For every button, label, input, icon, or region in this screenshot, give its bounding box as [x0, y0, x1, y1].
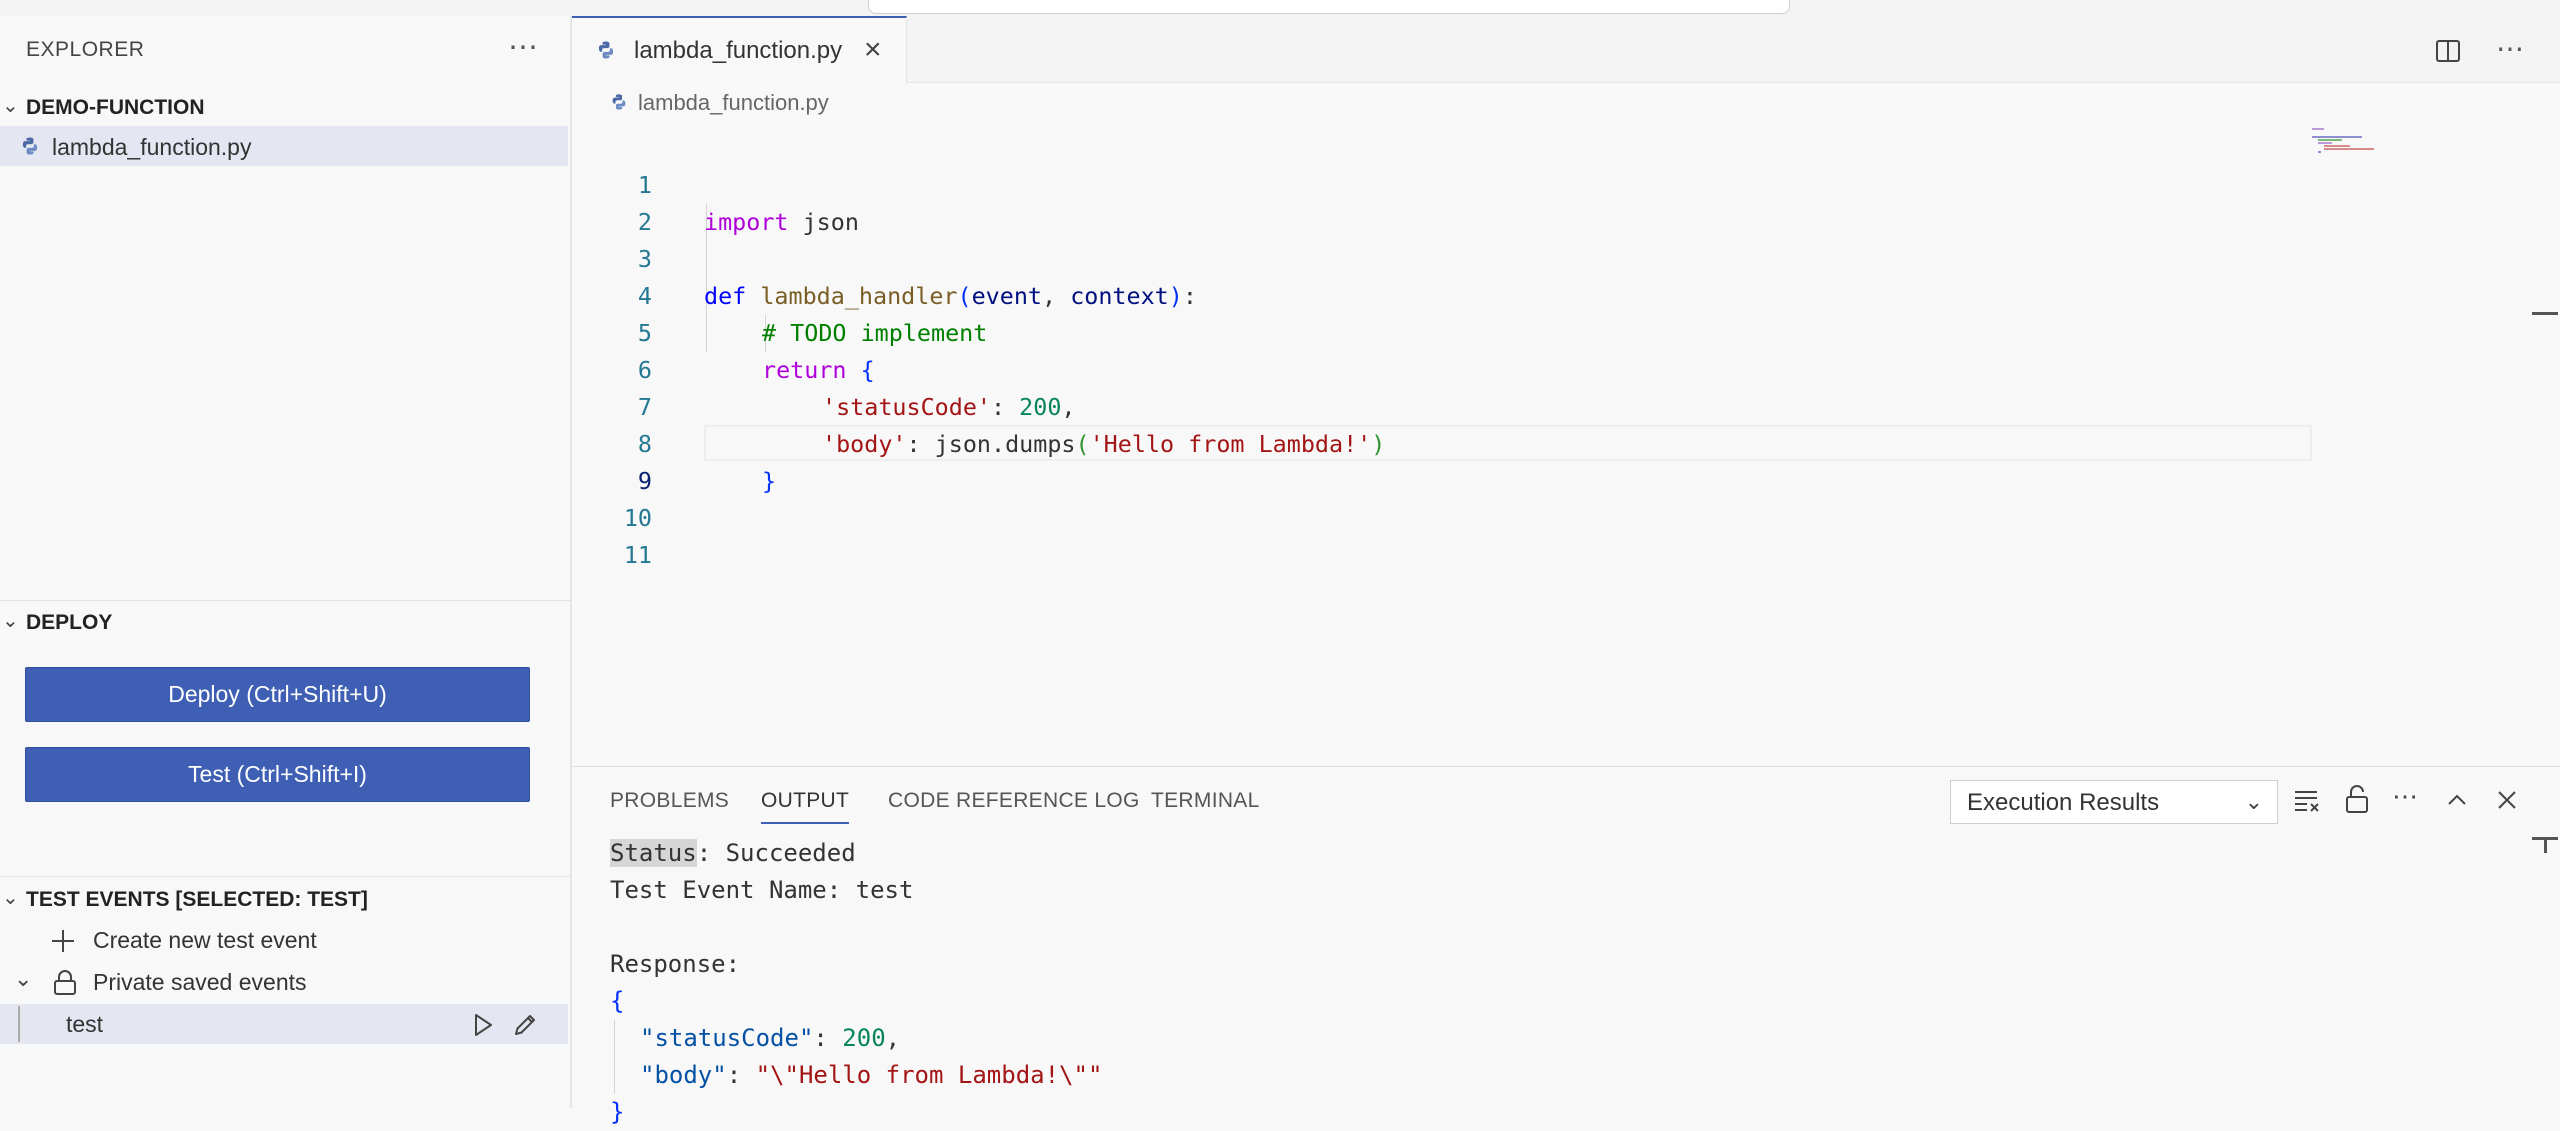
scrollbar-thumb[interactable]	[2544, 837, 2547, 853]
private-saved-events-label: Private saved events	[93, 969, 307, 995]
minimap[interactable]	[2312, 128, 2412, 188]
unlock-icon[interactable]	[2342, 783, 2372, 815]
code-line: 2	[572, 167, 2312, 236]
tab-terminal[interactable]: TERMINAL	[1151, 789, 1260, 813]
divider	[0, 876, 570, 877]
code-line: 10	[572, 463, 2312, 532]
chevron-down-icon: ⌄	[2, 887, 19, 909]
output-line: Test Event Name: test	[610, 876, 914, 904]
private-saved-events-item[interactable]: ⌄ Private saved events	[0, 962, 568, 1002]
output-line: Response:	[610, 950, 741, 978]
play-icon[interactable]	[470, 1012, 496, 1038]
output-line: "body": "\"Hello from Lambda!\""	[640, 1057, 1102, 1094]
file-item-lambda-function[interactable]: lambda_function.py	[0, 126, 568, 166]
sidebar-title: EXPLORER	[26, 38, 145, 61]
code-line: 6 'statusCode': 200,	[572, 315, 2312, 421]
output-token: "body"	[640, 1061, 727, 1089]
output-token: :	[726, 1061, 756, 1089]
indent-guide	[614, 1020, 615, 1094]
output-line: }	[610, 1098, 625, 1126]
test-events-label: TEST EVENTS [SELECTED: TEST]	[26, 888, 368, 911]
test-events-section-header[interactable]: ⌄ TEST EVENTS [SELECTED: TEST]	[0, 882, 570, 918]
output-channel-value: Execution Results	[1967, 789, 2160, 816]
python-file-icon	[598, 41, 614, 59]
code-line: 3 def lambda_handler(event, context):	[572, 204, 2312, 310]
divider	[0, 600, 570, 601]
code-line: 1 import json	[572, 130, 2312, 236]
edit-pencil-icon[interactable]	[512, 1012, 538, 1038]
title-bar	[0, 0, 2560, 17]
editor-tab-bar: lambda_function.py × ⋯	[572, 16, 2560, 85]
code-line-current: 9	[572, 425, 2312, 495]
project-section-header[interactable]: ⌄ DEMO-FUNCTION	[0, 90, 570, 126]
python-file-icon	[612, 94, 626, 110]
code-editor: lambda_function.py × ⋯ lambda_function.p…	[572, 16, 2560, 764]
code-line: 11	[572, 500, 2312, 569]
create-test-event-item[interactable]: Create new test event	[0, 920, 568, 960]
output-token: Status	[610, 839, 697, 867]
output-line: {	[610, 987, 625, 1015]
ellipsis-icon[interactable]: ⋯	[2496, 33, 2524, 64]
chevron-down-icon: ⌄	[14, 966, 33, 991]
project-label: DEMO-FUNCTION	[26, 96, 205, 119]
bottom-panel: PROBLEMS OUTPUT CODE REFERENCE LOG TERMI…	[572, 766, 2560, 1126]
tab-lambda-function[interactable]: lambda_function.py ×	[572, 16, 907, 85]
python-file-icon	[22, 137, 38, 155]
breadcrumb-file[interactable]: lambda_function.py	[638, 90, 829, 116]
output-token: "\"Hello from Lambda!\""	[755, 1061, 1103, 1089]
deploy-label: DEPLOY	[26, 611, 113, 634]
file-label: lambda_function.py	[52, 134, 252, 160]
test-button[interactable]: Test (Ctrl+Shift+I)	[25, 747, 530, 802]
explorer-sidebar: EXPLORER ⋯ ⌄ DEMO-FUNCTION lambda_functi…	[0, 16, 572, 1108]
create-test-event-label: Create new test event	[93, 927, 317, 953]
deploy-button[interactable]: Deploy (Ctrl+Shift+U)	[25, 667, 530, 722]
tab-output[interactable]: OUTPUT	[761, 789, 850, 824]
tab-problems[interactable]: PROBLEMS	[610, 789, 729, 813]
output-token: :	[813, 1024, 843, 1052]
lock-icon	[54, 970, 76, 995]
maximize-panel-icon[interactable]	[2444, 787, 2470, 813]
line-number: 11	[623, 541, 652, 569]
test-event-label: test	[66, 1011, 104, 1037]
tree-indent-guide	[18, 1006, 20, 1042]
tab-label: lambda_function.py	[634, 37, 843, 64]
output-line: "statusCode": 200,	[640, 1020, 900, 1057]
current-line-highlight	[704, 425, 2312, 461]
chevron-down-icon: ⌄	[2, 610, 19, 632]
output-token: : Succeeded	[696, 839, 856, 867]
output-token: 200	[842, 1024, 886, 1052]
output-line: Status: Succeeded	[610, 835, 856, 872]
code-line: 4 # TODO implement	[572, 241, 2312, 347]
ellipsis-icon[interactable]: ⋯	[2392, 781, 2418, 812]
clear-output-icon[interactable]	[2292, 785, 2322, 815]
tab-code-reference-log[interactable]: CODE REFERENCE LOG	[888, 789, 1140, 813]
plus-icon	[52, 930, 74, 952]
command-center[interactable]	[868, 0, 1790, 14]
code-line: 5 return {	[572, 278, 2312, 384]
chevron-down-icon: ⌄	[2244, 789, 2263, 814]
output-token: ,	[885, 1024, 901, 1052]
output-token: "statusCode"	[640, 1024, 814, 1052]
editor-actions: ⋯	[2434, 32, 2524, 65]
output-channel-select[interactable]: Execution Results ⌄	[1950, 780, 2278, 824]
close-panel-icon[interactable]	[2494, 787, 2520, 813]
scrollbar-cursor-marker	[2532, 312, 2558, 315]
close-icon[interactable]: ×	[864, 33, 882, 67]
code-line: 8 }	[572, 389, 2312, 495]
split-editor-icon[interactable]	[2434, 37, 2462, 65]
deploy-section-header[interactable]: ⌄ DEPLOY	[0, 605, 570, 641]
code-line: 7 'body': json.dumps('Hello from Lambda!…	[572, 352, 2312, 458]
ellipsis-icon[interactable]: ⋯	[508, 30, 538, 65]
chevron-down-icon: ⌄	[2, 95, 19, 117]
test-event-item[interactable]: test	[0, 1004, 568, 1044]
